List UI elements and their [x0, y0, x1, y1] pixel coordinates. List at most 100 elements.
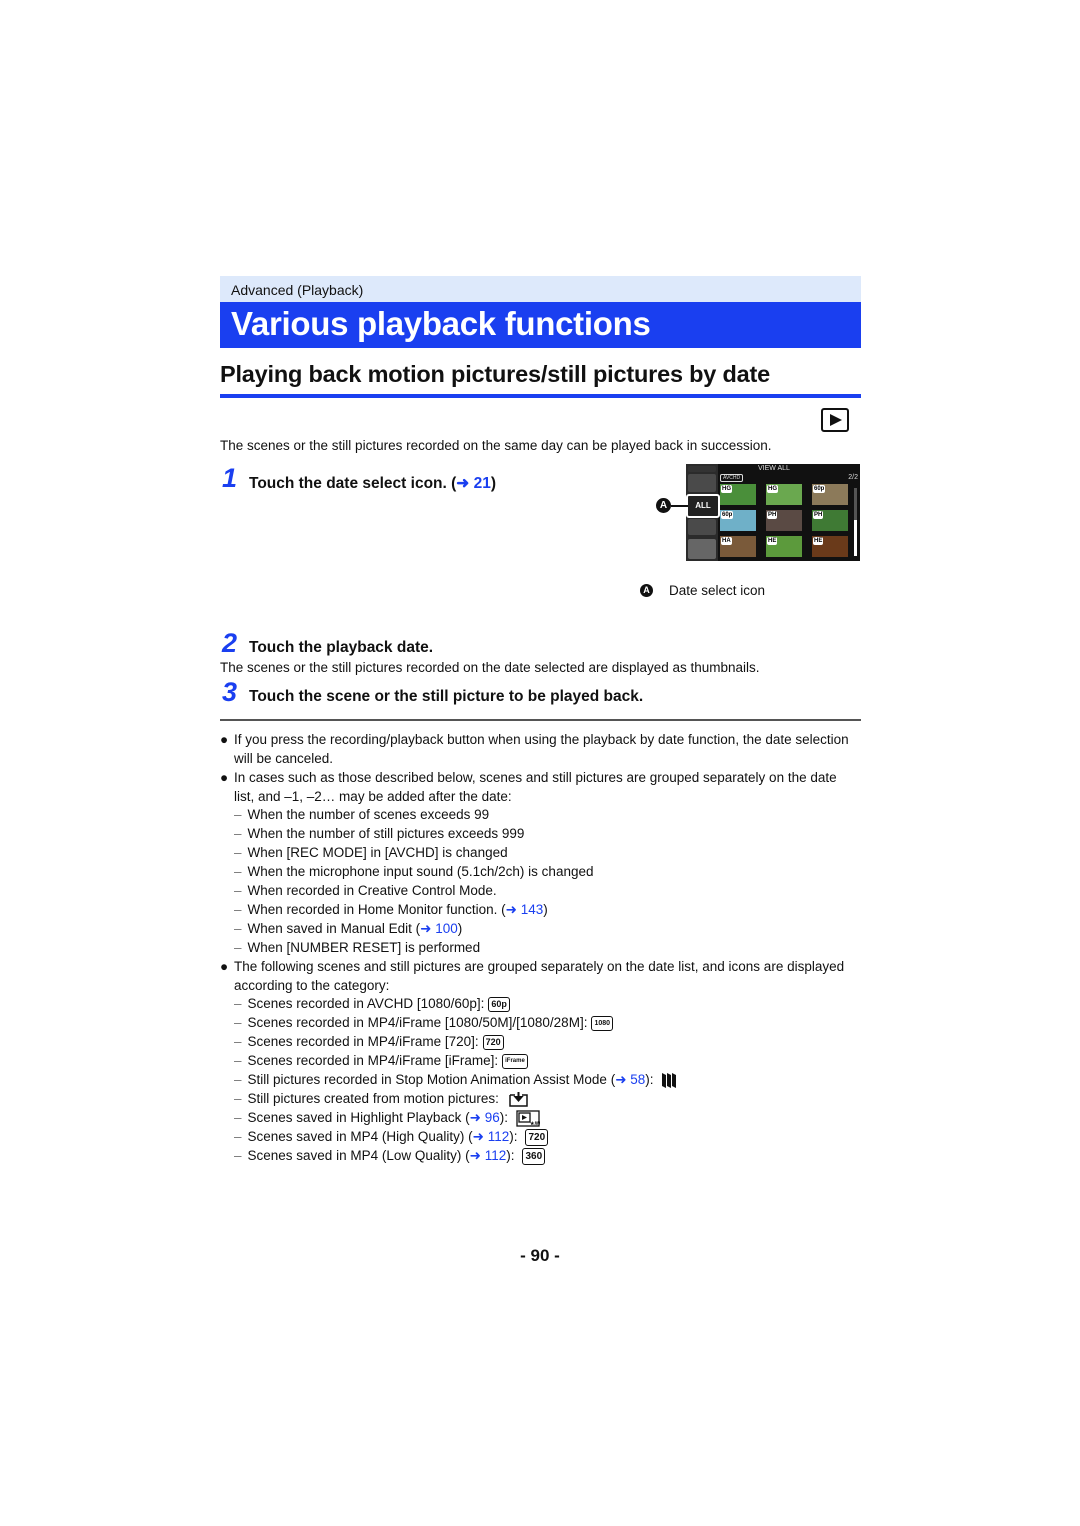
- page-ref-link[interactable]: 112: [485, 1148, 507, 1163]
- bullet-icon: ●: [220, 959, 229, 974]
- camera-screen-illustration: ALL VIEW ALL AVCHD 2/2 HG HG 60p 60p PH …: [686, 464, 860, 561]
- screen-page-indicator: 2/2: [848, 474, 858, 481]
- sub-item-suffix: ): [457, 921, 463, 936]
- sub-item: – When recorded in Creative Control Mode.: [234, 883, 497, 898]
- thumbnail[interactable]: HE: [812, 536, 848, 557]
- arrow-icon: ➜: [456, 475, 470, 492]
- bullet-icon: ●: [220, 732, 229, 747]
- step-suffix: ): [490, 475, 497, 492]
- step-2-description: The scenes or the still pictures recorde…: [220, 660, 760, 675]
- sub-item-text: Scenes saved in MP4 (Low Quality) (: [247, 1148, 470, 1163]
- arrow-icon: ➜: [420, 921, 432, 936]
- section-label: Advanced (Playback): [231, 282, 364, 298]
- page-ref-link[interactable]: 21: [474, 475, 491, 492]
- bullet-icon: ●: [220, 770, 229, 785]
- callout-line: [671, 505, 688, 507]
- sub-item: – When the number of scenes exceeds 99: [234, 807, 490, 822]
- thumb-tag: 60p: [813, 485, 826, 493]
- section-heading: Playing back motion pictures/still pictu…: [220, 361, 771, 387]
- sub-item: – Still pictures created from motion pict…: [234, 1089, 528, 1108]
- screen-sidebar: ALL: [686, 464, 720, 561]
- sub-item: – Scenes saved in MP4 (High Quality) (➜ 1…: [234, 1127, 549, 1146]
- playback-mode-icon: [821, 408, 849, 432]
- thumbnail[interactable]: 60p: [812, 484, 848, 505]
- step-1: 1: [222, 463, 237, 494]
- sub-item: – When recorded in Home Monitor function.…: [234, 902, 548, 917]
- heading-underline: [220, 394, 861, 398]
- sub-item: – Scenes recorded in MP4/iFrame [720]: 720: [234, 1032, 504, 1051]
- sub-item-suffix: ): [543, 902, 548, 917]
- divider: [220, 719, 861, 721]
- step-2-text: Touch the playback date.: [249, 639, 434, 656]
- sub-item-text: When [NUMBER RESET] is performed: [247, 940, 481, 955]
- sub-item: – Scenes saved in MP4 (Low Quality) (➜ 11…: [234, 1146, 546, 1165]
- screen-header: VIEW ALL: [758, 465, 790, 472]
- note-item: ● In cases such as those described below…: [220, 768, 860, 806]
- page-arrows-icon: [688, 539, 716, 559]
- sub-item: – When [NUMBER RESET] is performed: [234, 940, 481, 955]
- sub-item-text: Scenes recorded in AVCHD [1080/60p]:: [247, 996, 485, 1011]
- sub-item-text: When recorded in Home Monitor function. …: [247, 902, 506, 917]
- arrow-icon: ➜: [615, 1072, 627, 1087]
- sub-item-text: Scenes saved in MP4 (High Quality) (: [247, 1129, 473, 1144]
- callout-marker-a: A: [656, 498, 671, 513]
- page-ref-link[interactable]: 143: [521, 902, 544, 917]
- sub-item-text: Scenes recorded in MP4/iFrame [1080/50M]…: [247, 1015, 588, 1030]
- section-label-bar: Advanced (Playback): [220, 276, 861, 302]
- step-2: 2: [222, 628, 237, 659]
- thumbnail[interactable]: HG: [720, 484, 756, 505]
- page-ref-link[interactable]: 58: [630, 1072, 645, 1087]
- step-text: Touch the date select icon. (: [249, 475, 457, 492]
- sub-item-text: Scenes saved in Highlight Playback (: [247, 1110, 470, 1125]
- thumbnail[interactable]: PH: [812, 510, 848, 531]
- highlight-icon: [688, 519, 716, 535]
- sub-item-text: When recorded in Creative Control Mode.: [247, 883, 497, 898]
- sub-item: – Still pictures recorded in Stop Motion …: [234, 1070, 678, 1089]
- 60p-icon: 60p: [488, 996, 510, 1012]
- highlight-playback-icon: ★ꟿ: [516, 1110, 540, 1127]
- arrow-icon: ➜: [469, 1110, 481, 1125]
- step-3-text: Touch the scene or the still picture to …: [249, 688, 644, 705]
- page-ref-link[interactable]: 100: [435, 921, 458, 936]
- sub-item-text: When [REC MODE] in [AVCHD] is changed: [247, 845, 508, 860]
- 720-icon: 720: [525, 1128, 549, 1146]
- note-text: In cases such as those described below, …: [234, 770, 837, 804]
- thumbnail[interactable]: HE: [766, 536, 802, 557]
- sub-item-suffix: ):: [645, 1072, 654, 1087]
- 720-icon: 720: [482, 1034, 504, 1050]
- thumb-tag: HE: [813, 537, 824, 545]
- page-ref-link[interactable]: 112: [488, 1129, 510, 1144]
- arrow-icon: ➜: [472, 1129, 484, 1144]
- step-3: 3: [222, 677, 237, 708]
- page-ref-link[interactable]: 96: [485, 1110, 500, 1125]
- thumbnail[interactable]: 60p: [720, 510, 756, 531]
- step-1-text: Touch the date select icon. (➜ 21): [249, 474, 496, 493]
- thumbnail[interactable]: HA: [720, 536, 756, 557]
- step-number: 3: [222, 677, 238, 707]
- sub-item-text: Scenes recorded in MP4/iFrame [720]:: [247, 1034, 479, 1049]
- sub-item: – When [REC MODE] in [AVCHD] is changed: [234, 845, 508, 860]
- thumbnail[interactable]: HG: [766, 484, 802, 505]
- sub-item-text: Still pictures created from motion pictu…: [247, 1091, 499, 1106]
- note-item: ● If you press the recording/playback bu…: [220, 730, 860, 768]
- date-select-button[interactable]: ALL: [686, 494, 720, 518]
- sub-item-text: When saved in Manual Edit (: [247, 921, 421, 936]
- thumb-tag: PH: [767, 511, 778, 519]
- sub-item: – When the microphone input sound (5.1ch/…: [234, 864, 594, 879]
- sub-item: – When saved in Manual Edit (➜ 100): [234, 921, 463, 936]
- sub-item: – Scenes recorded in MP4/iFrame [iFrame]:…: [234, 1051, 528, 1070]
- thumb-tag: HG: [767, 485, 778, 493]
- thumbnail[interactable]: PH: [766, 510, 802, 531]
- mode-switch-icon: [688, 474, 716, 492]
- iframe-icon: iFrame: [502, 1053, 528, 1069]
- sub-item-text: Still pictures recorded in Stop Motion A…: [247, 1072, 616, 1087]
- sub-item-suffix: ):: [499, 1110, 508, 1125]
- page-title: Various playback functions: [231, 305, 651, 342]
- sub-item-suffix: ):: [506, 1148, 515, 1163]
- arrow-icon: ➜: [469, 1148, 481, 1163]
- step-number: 1: [222, 463, 238, 493]
- note-text: The following scenes and still pictures …: [234, 959, 845, 993]
- page-title-bar: Various playback functions: [220, 302, 861, 348]
- screen-scrollbar: [854, 488, 857, 556]
- thumb-tag: HG: [721, 485, 732, 493]
